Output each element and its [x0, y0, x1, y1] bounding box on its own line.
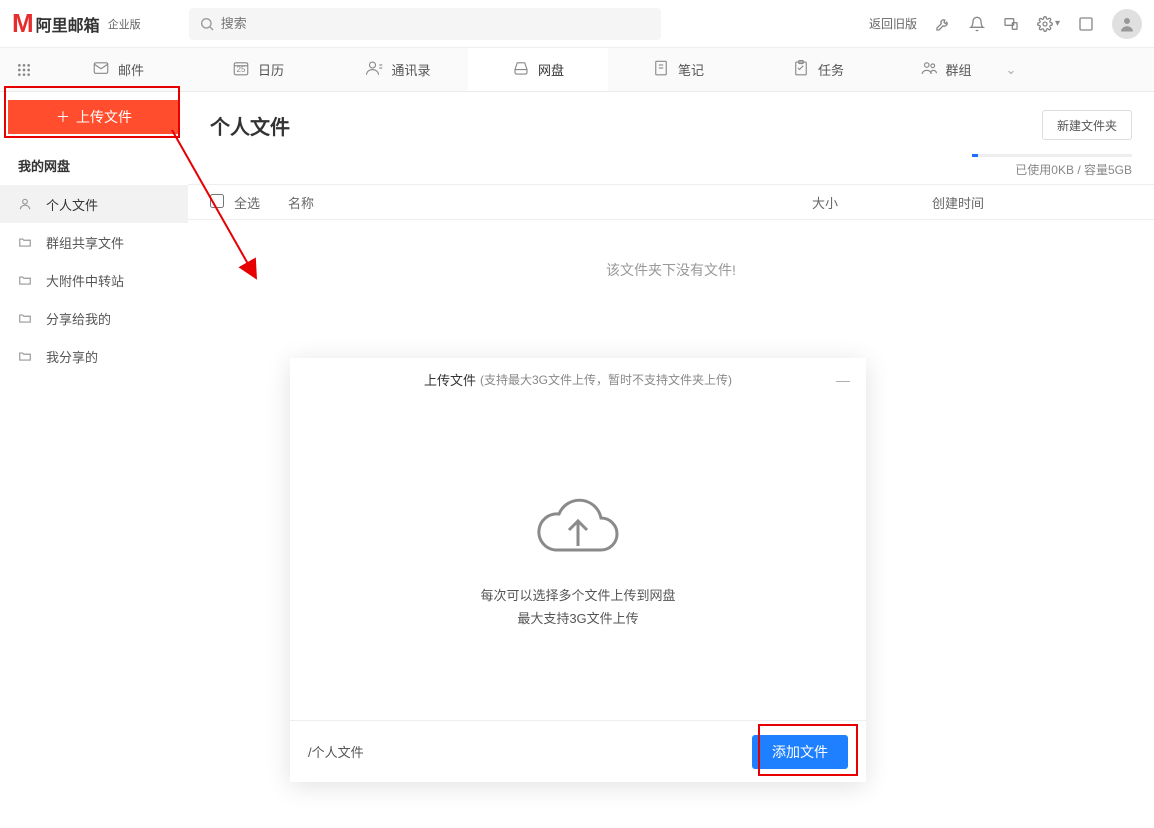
sidebar: ＋ 上传文件 我的网盘 个人文件 群组共享文件 大附件中转站 分享给我的 我分享… — [0, 92, 188, 828]
dialog-hint-line1: 每次可以选择多个文件上传到网盘 — [480, 585, 675, 604]
folder-in-icon — [18, 311, 34, 325]
page-title: 个人文件 — [210, 111, 290, 140]
sidebar-item-label: 个人文件 — [46, 195, 98, 214]
tab-calendar[interactable]: 25 日历 — [188, 48, 328, 91]
top-bar: M 阿里邮箱 企业版 返回旧版 ▾ — [0, 0, 1154, 48]
column-created[interactable]: 创建时间 — [932, 193, 1132, 212]
tab-notes-label: 笔记 — [678, 60, 704, 79]
person-icon — [18, 197, 34, 211]
tab-drive[interactable]: 网盘 — [468, 48, 608, 91]
folder-share-icon — [18, 235, 34, 249]
column-select-all[interactable]: 全选 — [234, 193, 288, 212]
tab-groups[interactable]: 群组 ⌄ — [888, 48, 1048, 91]
main-nav: 邮件 25 日历 通讯录 网盘 笔记 任务 群组 ⌄ — [0, 48, 1154, 92]
sidebar-item-label: 群组共享文件 — [46, 233, 124, 252]
storage-quota: 已使用0KB / 容量5GB — [188, 150, 1154, 184]
folder-transfer-icon — [18, 273, 34, 287]
notes-icon — [652, 59, 670, 80]
cloud-upload-icon — [533, 494, 623, 567]
expand-icon[interactable] — [1078, 16, 1094, 32]
column-name[interactable]: 名称 — [288, 193, 812, 212]
tab-groups-label: 群组 — [946, 60, 972, 79]
dialog-body[interactable]: 每次可以选择多个文件上传到网盘 最大支持3G文件上传 — [290, 400, 866, 720]
dialog-header: 上传文件 (支持最大3G文件上传，暂时不支持文件夹上传) — — [290, 358, 866, 400]
drive-icon — [512, 59, 530, 80]
tasks-icon — [792, 59, 810, 80]
back-old-version-link[interactable]: 返回旧版 — [869, 15, 917, 32]
tab-calendar-label: 日历 — [258, 60, 284, 79]
chevron-down-icon: ⌄ — [1006, 62, 1017, 78]
brand-edition: 企业版 — [108, 16, 141, 32]
dialog-footer: /个人文件 添加文件 — [290, 720, 866, 782]
dialog-hint-line2: 最大支持3G文件上传 — [517, 608, 638, 627]
groups-icon — [920, 59, 938, 80]
sidebar-item-personal-files[interactable]: 个人文件 — [0, 185, 188, 223]
brand-name: 阿里邮箱 — [36, 12, 100, 36]
tab-mail-label: 邮件 — [118, 60, 144, 79]
quota-text: 已使用0KB / 容量5GB — [1015, 163, 1132, 177]
new-folder-button[interactable]: 新建文件夹 — [1042, 110, 1132, 140]
dialog-title-hint: (支持最大3G文件上传，暂时不支持文件夹上传) — [480, 371, 732, 388]
search-input[interactable] — [189, 8, 661, 40]
sidebar-item-label: 大附件中转站 — [46, 271, 124, 290]
apps-grid-icon[interactable] — [0, 48, 48, 91]
sidebar-item-group-shared[interactable]: 群组共享文件 — [0, 223, 188, 261]
bell-icon[interactable] — [969, 16, 985, 32]
quota-bar — [972, 154, 1132, 157]
tab-notes[interactable]: 笔记 — [608, 48, 748, 91]
sidebar-item-shared-with-me[interactable]: 分享给我的 — [0, 299, 188, 337]
dialog-title: 上传文件 — [424, 370, 476, 389]
upload-file-button[interactable]: ＋ 上传文件 — [8, 100, 180, 134]
tab-tasks[interactable]: 任务 — [748, 48, 888, 91]
add-file-button[interactable]: 添加文件 — [752, 735, 848, 769]
tab-contacts[interactable]: 通讯录 — [328, 48, 468, 91]
header-actions: 返回旧版 ▾ — [869, 9, 1142, 39]
wrench-icon[interactable] — [935, 16, 951, 32]
contacts-icon — [365, 59, 383, 80]
file-table-header: 全选 名称 大小 创建时间 — [188, 184, 1154, 220]
calendar-icon: 25 — [232, 59, 250, 80]
plus-icon: ＋ — [56, 107, 70, 127]
tab-tasks-label: 任务 — [818, 60, 844, 79]
folder-out-icon — [18, 349, 34, 363]
minimize-icon[interactable]: — — [836, 372, 850, 388]
upload-dialog: 上传文件 (支持最大3G文件上传，暂时不支持文件夹上传) — 每次可以选择多个文… — [290, 358, 866, 782]
avatar[interactable] — [1112, 9, 1142, 39]
upload-target-path: /个人文件 — [308, 742, 364, 761]
sidebar-item-my-shares[interactable]: 我分享的 — [0, 337, 188, 375]
mail-icon — [92, 59, 110, 80]
tab-contacts-label: 通讯录 — [391, 60, 430, 79]
search-container — [189, 8, 661, 40]
devices-icon[interactable] — [1003, 16, 1019, 32]
sidebar-section-title: 我的网盘 — [0, 142, 188, 185]
sidebar-item-label: 我分享的 — [46, 347, 98, 366]
upload-button-label: 上传文件 — [76, 107, 132, 127]
tab-drive-label: 网盘 — [538, 60, 564, 79]
tab-mail[interactable]: 邮件 — [48, 48, 188, 91]
sidebar-item-label: 分享给我的 — [46, 309, 111, 328]
brand-logo: M 阿里邮箱 企业版 — [12, 8, 141, 39]
select-all-checkbox[interactable] — [210, 194, 224, 208]
logo-mark: M — [12, 8, 34, 39]
search-icon — [199, 16, 215, 35]
empty-folder-message: 该文件夹下没有文件! — [188, 220, 1154, 320]
sidebar-item-large-attachments[interactable]: 大附件中转站 — [0, 261, 188, 299]
gear-icon[interactable]: ▾ — [1037, 16, 1060, 32]
column-size[interactable]: 大小 — [812, 193, 932, 212]
